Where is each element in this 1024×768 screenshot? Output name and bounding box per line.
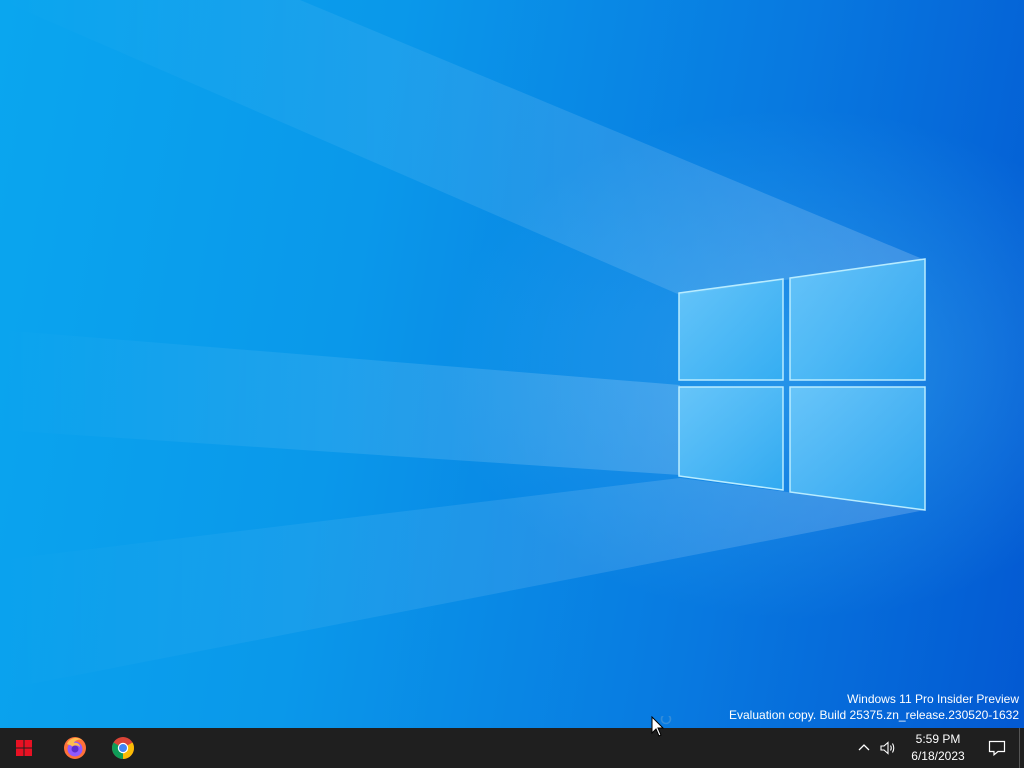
start-button[interactable] <box>0 728 48 768</box>
taskbar-app-firefox[interactable] <box>51 728 99 768</box>
windows-logo-icon <box>16 740 32 756</box>
action-center-button[interactable] <box>975 728 1019 768</box>
volume-icon <box>880 741 895 755</box>
watermark-build: Evaluation copy. Build 25375.zn_release.… <box>729 708 1019 722</box>
taskbar-app-chrome[interactable] <box>99 728 147 768</box>
firefox-icon <box>64 737 86 759</box>
wallpaper <box>0 0 1024 728</box>
show-hidden-icons-button[interactable] <box>853 728 875 768</box>
watermark-edition: Windows 11 Pro Insider Preview <box>847 692 1019 706</box>
clock[interactable]: 5:59 PM 6/18/2023 <box>901 728 975 768</box>
chrome-icon <box>112 737 134 759</box>
logo-pane-top-right <box>789 258 926 381</box>
show-desktop-button[interactable] <box>1019 728 1024 768</box>
action-center-icon <box>988 740 1006 756</box>
clock-time: 5:59 PM <box>915 732 961 746</box>
logo-pane-bottom-right <box>789 386 926 511</box>
logo-pane-bottom-left <box>678 386 784 491</box>
logo-pane-top-left <box>678 278 784 381</box>
chevron-up-icon <box>858 744 870 751</box>
busy-cursor-icon <box>651 716 672 737</box>
system-tray: 5:59 PM 6/18/2023 <box>853 728 1024 768</box>
taskbar: 5:59 PM 6/18/2023 <box>0 728 1024 768</box>
evaluation-watermark: Windows 11 Pro Insider Preview Evaluatio… <box>729 691 1019 723</box>
clock-date: 6/18/2023 <box>911 749 965 763</box>
desktop[interactable]: Windows 11 Pro Insider Preview Evaluatio… <box>0 0 1024 728</box>
volume-button[interactable] <box>875 728 901 768</box>
